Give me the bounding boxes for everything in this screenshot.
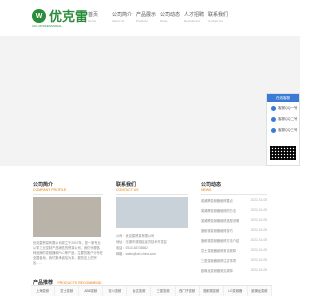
qq-link-1[interactable]: 客服QQ一号: [271, 106, 297, 111]
logo-name: 优克雷: [49, 8, 89, 24]
qq-icon: [271, 106, 276, 111]
qr-code: [270, 146, 296, 160]
qq-link-3[interactable]: 客服QQ三号: [271, 128, 297, 133]
contact-company: 公司：优克雷贸易有限公司: [116, 234, 155, 238]
news-date: 2022-01-05: [250, 208, 267, 212]
news-item[interactable]: 英威腾变频器维修要点 2022-01-05: [201, 198, 267, 203]
qq-icon: [271, 128, 276, 133]
news-title-text: 英威腾变频器维修选型说明: [201, 219, 240, 223]
news-date: 2022-01-05: [250, 258, 267, 262]
divider: [201, 194, 267, 195]
product-link[interactable]: ABB变频: [79, 286, 104, 296]
news-heading: 公司动态 NEWS: [201, 181, 221, 192]
news-date: 2022-01-05: [250, 228, 267, 232]
about-text: 优克雷贸易有限公司成立于2007年，是一家专业从事工业控制产品销售的贸易公司，我…: [33, 241, 103, 265]
nav-sublabel: Contact Us: [208, 19, 223, 23]
qq-label: 客服QQ三号: [278, 128, 298, 132]
nav-about[interactable]: 公司简介 About Us: [112, 12, 136, 24]
nav-sublabel: About Us: [112, 19, 125, 23]
product-link[interactable]: LG变频器: [224, 286, 248, 296]
product-link[interactable]: 西门子变频: [176, 286, 200, 296]
product-link[interactable]: 富士变频: [55, 286, 80, 296]
logo-mark: W: [32, 9, 46, 23]
site-logo[interactable]: W 优克雷 UKL PROFESSIONAL: [32, 8, 89, 28]
logo-tagline: UKL PROFESSIONAL: [32, 24, 62, 28]
about-heading: 公司简介 COMPANY PROFILE: [33, 181, 66, 192]
main-nav: 首页 Home 公司简介 About Us 产品展示 Products 公司动态…: [88, 12, 232, 24]
about-photo: [33, 197, 101, 237]
contact-email[interactable]: 邮箱：sales@ukl-china.com: [116, 251, 156, 256]
product-link[interactable]: 施耐德变频: [200, 286, 224, 296]
product-link[interactable]: 欧姆龙变频: [248, 286, 272, 296]
news-item[interactable]: 欧姆龙变频器常见故障 2022-01-05: [201, 268, 267, 273]
product-link[interactable]: 台达变频: [127, 286, 152, 296]
nav-sublabel: Products: [136, 19, 148, 23]
nav-label: 联系我们: [208, 12, 229, 18]
news-title-text: 欧姆龙变频器常见故障: [201, 269, 233, 273]
news-date: 2022-01-05: [250, 198, 267, 202]
about-subtitle: COMPANY PROFILE: [33, 188, 67, 192]
news-title: 公司动态: [201, 182, 222, 188]
nav-label: 公司动态: [160, 12, 181, 18]
product-link[interactable]: 三菱变频: [151, 286, 176, 296]
news-item[interactable]: 英威腾变频器维修选型说明 2022-01-05: [201, 218, 267, 223]
news-title-text: 英威腾变频器维修的方法: [201, 209, 237, 213]
nav-recruitment[interactable]: 人才招聘 Recruitment: [184, 12, 208, 24]
nav-label: 首页: [88, 12, 99, 18]
nav-label: 产品展示: [136, 12, 157, 18]
contact-photo: [116, 197, 188, 228]
nav-sublabel: News: [160, 19, 168, 23]
nav-home[interactable]: 首页 Home: [88, 12, 112, 24]
news-date: 2022-01-05: [250, 248, 267, 252]
nav-products[interactable]: 产品展示 Products: [136, 12, 160, 24]
news-item[interactable]: 施耐德变频器维修技巧 2022-01-05: [201, 228, 267, 233]
contact-heading: 联系我们 CONTACT US: [116, 181, 138, 192]
qq-link-2[interactable]: 客服QQ二号: [271, 117, 297, 122]
news-title-text: 施耐德变频器维修方法介绍: [201, 239, 240, 243]
news-title-text: 英威腾变频器维修要点: [201, 199, 233, 203]
news-date: 2022-01-05: [250, 268, 267, 272]
contact-subtitle: CONTACT US: [116, 188, 139, 192]
contact-phone: 电话：0510-83738662: [116, 246, 148, 250]
news-title-text: 施耐德变频器维修技巧: [201, 229, 233, 233]
products-bar: 上海变频 富士变频 ABB变频 安川变频 台达变频 三菱变频 西门子变频 施耐德…: [31, 285, 272, 296]
news-date: 2022-01-05: [250, 238, 267, 242]
nav-contact[interactable]: 联系我们 Contact Us: [208, 12, 232, 24]
news-subtitle: NEWS: [201, 188, 212, 192]
product-link[interactable]: 上海变频: [31, 286, 56, 296]
news-item[interactable]: 富士变频器维修常见故障 2022-01-05: [201, 248, 267, 253]
news-item[interactable]: 施耐德变频器维修方法介绍 2022-01-05: [201, 238, 267, 243]
news-title-text: 三菱变频器维修注意事项: [201, 259, 237, 263]
online-service-panel: 在线客服 客服QQ一号 客服QQ二号 客服QQ三号: [266, 93, 300, 166]
contact-address: 地址：无锡市滨湖区经济技术开发区: [116, 240, 167, 244]
contact-title: 联系我们: [116, 182, 137, 188]
divider: [33, 194, 103, 195]
qq-label: 客服QQ一号: [278, 106, 298, 110]
nav-label: 公司简介: [112, 12, 133, 18]
nav-sublabel: Recruitment: [184, 19, 201, 23]
hero-banner: [0, 36, 300, 166]
about-title: 公司简介: [33, 182, 54, 188]
qq-label: 客服QQ二号: [278, 117, 298, 121]
product-link[interactable]: 安川变频: [103, 286, 128, 296]
news-item[interactable]: 三菱变频器维修注意事项 2022-01-05: [201, 258, 267, 263]
nav-label: 人才招聘: [184, 12, 205, 18]
service-panel-title: 在线客服: [267, 94, 299, 102]
news-date: 2022-01-05: [250, 218, 267, 222]
nav-news[interactable]: 公司动态 News: [160, 12, 184, 24]
qq-icon: [271, 117, 276, 122]
divider: [116, 194, 188, 195]
news-title-text: 富士变频器维修常见故障: [201, 249, 237, 253]
nav-sublabel: Home: [88, 19, 97, 23]
news-item[interactable]: 英威腾变频器维修的方法 2022-01-05: [201, 208, 267, 213]
